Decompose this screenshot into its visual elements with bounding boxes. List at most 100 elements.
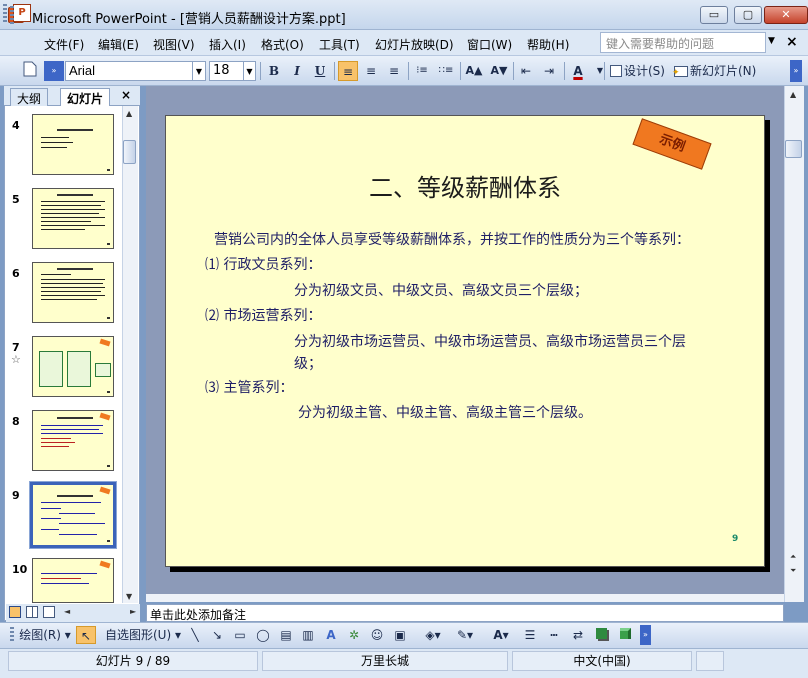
toolbar-options-icon[interactable]: »: [44, 61, 64, 81]
previous-slide-icon[interactable]: ⏶: [790, 552, 796, 562]
slide-thumbnail-10[interactable]: [32, 558, 114, 603]
wordart-icon[interactable]: A: [322, 626, 340, 644]
oval-tool-icon[interactable]: ◯: [254, 626, 272, 644]
close-pane-icon[interactable]: ×: [121, 88, 131, 102]
text-box-icon[interactable]: ▤: [277, 626, 295, 644]
editor-vertical-scrollbar[interactable]: [784, 86, 804, 602]
select-pointer-icon[interactable]: ↖: [76, 626, 96, 644]
editor-scroll-thumb[interactable]: [785, 140, 802, 158]
line-color-icon[interactable]: ✎▾: [452, 626, 478, 644]
tab-outline[interactable]: 大纲: [10, 88, 49, 106]
font-dropdown-icon[interactable]: ▼: [193, 61, 206, 81]
line-tool-icon[interactable]: ╲: [186, 626, 204, 644]
slide-thumbnail-9-selected[interactable]: [29, 481, 117, 549]
slide-body-line[interactable]: 营销公司内的全体人员享受等级薪酬体系，并按工作的性质分为三个等系列：: [214, 229, 690, 249]
scroll-up-icon[interactable]: ▲: [126, 109, 132, 118]
insert-picture-icon[interactable]: ▣: [391, 626, 409, 644]
clip-art-icon[interactable]: ☺: [368, 626, 386, 644]
3d-style-icon[interactable]: [616, 626, 634, 644]
slide-body-line[interactable]: 分为初级主管、中级主管、高级主管三个层级。: [298, 402, 592, 422]
status-design-template[interactable]: 万里长城: [262, 651, 508, 671]
scroll-down-icon[interactable]: ▼: [126, 592, 132, 601]
notes-input[interactable]: 单击此处添加备注: [146, 604, 784, 622]
slide-thumbnail-5[interactable]: [32, 188, 114, 249]
arrow-style-icon[interactable]: ⇄: [568, 626, 588, 644]
underline-button[interactable]: U: [310, 61, 330, 81]
italic-button[interactable]: I: [287, 61, 307, 81]
tab-slides[interactable]: 幻灯片: [60, 88, 111, 106]
new-slide-button[interactable]: ✦ 新幻灯片(N): [672, 61, 764, 81]
numbered-list-button[interactable]: ⁝≡: [412, 61, 432, 81]
slide-body-line[interactable]: ⑵ 市场运营系列：: [205, 305, 321, 325]
align-left-button[interactable]: ≡: [338, 61, 358, 81]
increase-font-size-button[interactable]: A▲: [464, 61, 484, 81]
editor-horizontal-scrollbar[interactable]: [146, 594, 784, 602]
font-color-dropdown-icon[interactable]: ▼: [590, 61, 610, 81]
diagram-icon[interactable]: ✲: [345, 626, 363, 644]
slide-thumbnail-4[interactable]: [32, 114, 114, 175]
slides-pane-scrollbar[interactable]: [122, 106, 138, 603]
fill-color-icon[interactable]: ◈▾: [420, 626, 446, 644]
slide-body-line[interactable]: ⑴ 行政文员系列：: [205, 254, 321, 274]
autoshapes-button[interactable]: 自选图形(U) ▾: [104, 626, 182, 644]
scroll-right-icon[interactable]: ►: [130, 607, 136, 616]
slide-thumbnail-6[interactable]: [32, 262, 114, 323]
help-search-input[interactable]: 键入需要帮助的问题: [600, 32, 766, 53]
bold-button[interactable]: B: [264, 61, 284, 81]
menu-slideshow[interactable]: 幻灯片放映(D): [375, 36, 454, 53]
help-dropdown-icon[interactable]: ▼: [768, 36, 775, 46]
font-size-input[interactable]: 18: [209, 61, 244, 81]
font-color-button[interactable]: A: [568, 61, 588, 81]
menu-insert[interactable]: 插入(I): [209, 36, 246, 53]
drawing-toolbar-overflow-icon[interactable]: »: [640, 625, 651, 645]
scroll-up-icon[interactable]: ▲: [790, 90, 796, 99]
slide-body-line[interactable]: ⑶ 主管系列：: [205, 377, 293, 397]
bullet-list-button[interactable]: ∷≡: [436, 61, 456, 81]
menu-format[interactable]: 格式(O): [261, 36, 304, 53]
menu-tools[interactable]: 工具(T): [319, 36, 360, 53]
menu-help[interactable]: 帮助(H): [527, 36, 569, 53]
menu-file[interactable]: 文件(F): [44, 36, 84, 53]
decrease-font-size-button[interactable]: A▼: [489, 61, 509, 81]
vertical-text-box-icon[interactable]: ▥: [299, 626, 317, 644]
minimize-button[interactable]: ▭: [700, 6, 728, 24]
decrease-indent-button[interactable]: ⇤: [516, 61, 536, 81]
slide-body-line[interactable]: 分为初级市场运营员、中级市场运营员、高级市场运营员三个层: [294, 331, 686, 351]
slide-body-line[interactable]: 分为初级文员、中级文员、高级文员三个层级；: [294, 280, 588, 300]
maximize-button[interactable]: ▢: [734, 6, 762, 24]
toolbar-grip-handle[interactable]: [10, 6, 14, 24]
menu-view[interactable]: 视图(V): [153, 36, 195, 53]
draw-menu-button[interactable]: 绘图(R) ▾: [18, 626, 72, 644]
new-document-icon[interactable]: [20, 61, 40, 81]
dash-style-icon[interactable]: ┅: [544, 626, 564, 644]
slide-thumbnail-8[interactable]: [32, 410, 114, 471]
line-style-icon[interactable]: ☰: [520, 626, 540, 644]
rectangle-tool-icon[interactable]: ▭: [231, 626, 249, 644]
slide-thumbnail-7[interactable]: [32, 336, 114, 397]
drawing-toolbar-grip[interactable]: [10, 627, 14, 643]
arrow-tool-icon[interactable]: ↘: [208, 626, 226, 644]
slideshow-view-icon[interactable]: [43, 606, 55, 618]
scroll-left-icon[interactable]: ◄: [64, 607, 70, 616]
slides-pane-scroll-thumb[interactable]: [123, 140, 136, 164]
align-center-button[interactable]: ≡: [361, 61, 381, 81]
drawing-font-color-icon[interactable]: A▾: [486, 626, 516, 644]
align-right-button[interactable]: ≡: [384, 61, 404, 81]
slide-sorter-view-icon[interactable]: [26, 606, 38, 618]
menu-edit[interactable]: 编辑(E): [98, 36, 139, 53]
close-window-button[interactable]: ✕: [764, 6, 808, 24]
slide-body-line[interactable]: 级；: [294, 353, 322, 373]
menu-grip-handle[interactable]: [3, 4, 7, 22]
close-document-icon[interactable]: ×: [786, 34, 798, 50]
slide-title[interactable]: 二、等级薪酬体系: [165, 168, 765, 203]
menu-window[interactable]: 窗口(W): [467, 36, 512, 53]
transition-star-icon[interactable]: ☆: [11, 353, 21, 366]
normal-view-icon[interactable]: [9, 606, 21, 618]
increase-indent-button[interactable]: ⇥: [539, 61, 559, 81]
design-button[interactable]: 设计(S): [610, 61, 670, 81]
toolbar-overflow-icon[interactable]: »: [790, 60, 802, 82]
next-slide-icon[interactable]: ⏷: [790, 566, 796, 576]
shadow-style-icon[interactable]: [592, 626, 610, 644]
font-size-dropdown-icon[interactable]: ▼: [244, 61, 256, 81]
document-icon[interactable]: P: [13, 4, 31, 22]
